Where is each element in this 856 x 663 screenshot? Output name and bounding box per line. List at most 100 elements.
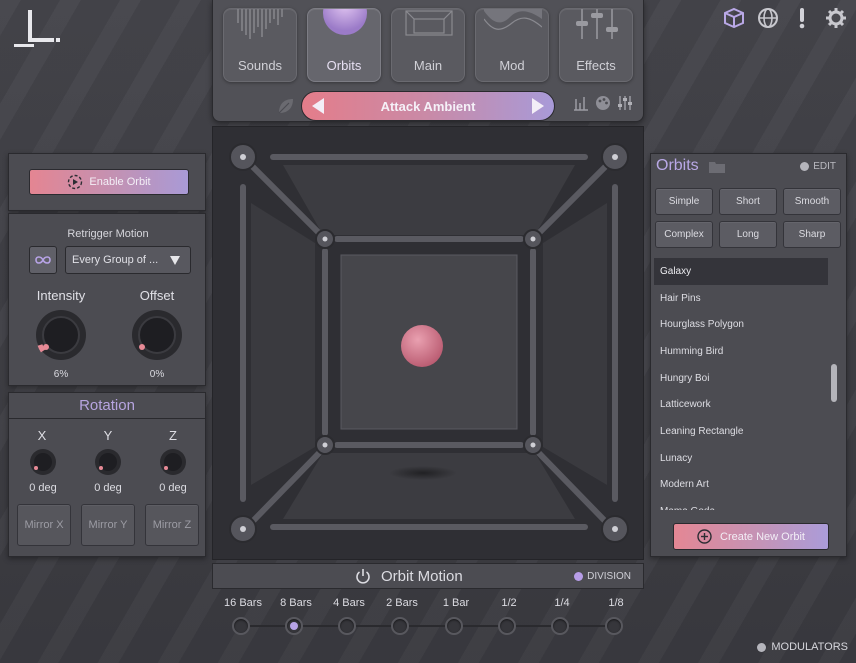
edit-button[interactable]: EDIT [800, 161, 836, 172]
list-item[interactable]: Leaning Rectangle [654, 418, 828, 445]
mirror-z-button[interactable]: Mirror Z [145, 504, 199, 546]
list-item[interactable]: Galaxy [654, 258, 828, 285]
division-label-1-2: 1/2 [501, 597, 517, 609]
division-dot-icon [574, 572, 584, 581]
division-option-16-bars[interactable] [232, 617, 250, 635]
intensity-knob[interactable] [33, 307, 89, 363]
modulators-toggle[interactable]: MODULATORS [757, 641, 848, 653]
list-item[interactable]: Hungry Boi [654, 365, 828, 392]
mirror-y-button[interactable]: Mirror Y [81, 504, 135, 546]
rotation-y-knob[interactable] [94, 448, 122, 476]
bottom-face [283, 453, 575, 519]
globe-icon[interactable] [756, 6, 780, 30]
list-item[interactable]: Lunacy [654, 445, 828, 472]
play-circle-icon [68, 174, 83, 190]
list-item[interactable]: Latticework [654, 391, 828, 418]
tab-sounds[interactable]: Sounds [223, 8, 297, 82]
tab-label: Main [413, 58, 443, 73]
enable-orbit-button[interactable]: Enable Orbit [29, 169, 189, 195]
rotation-z-knob[interactable] [159, 448, 187, 476]
preset-prev-arrow-icon[interactable] [312, 98, 324, 114]
axis-y-label: Y [103, 428, 113, 443]
orbit-list: Galaxy Hair Pins Hourglass Polygon Hummi… [654, 258, 828, 510]
app-logo [14, 10, 60, 47]
division-option-1-4[interactable] [551, 617, 569, 635]
link-button[interactable] [29, 246, 57, 274]
division-option-1-8[interactable] [605, 617, 623, 635]
leaf-icon[interactable] [277, 97, 295, 115]
filter-long-button[interactable]: Long [719, 221, 777, 248]
tab-main[interactable]: Main [391, 8, 465, 82]
gear-icon[interactable] [824, 6, 848, 30]
list-item[interactable]: Modern Art [654, 472, 828, 499]
division-label-4-bars: 4 Bars [333, 597, 365, 609]
modulators-label: MODULATORS [771, 641, 848, 653]
orbit-list-scrollbar[interactable] [831, 364, 837, 402]
tab-label: Orbits [326, 58, 362, 73]
retrigger-dropdown[interactable]: Every Group of ... [65, 246, 191, 274]
preset-selector[interactable]: Attack Ambient [301, 91, 555, 121]
orbits-title: Orbits [656, 157, 699, 174]
filter-sharp-button[interactable]: Sharp [783, 221, 841, 248]
division-option-4-bars[interactable] [338, 617, 356, 635]
offset-knob[interactable] [129, 307, 185, 363]
enable-orbit-label: Enable Orbit [89, 176, 151, 188]
orbit-motion-title: Orbit Motion [381, 568, 463, 585]
tab-label: Sounds [237, 58, 283, 73]
sliders-art [576, 9, 618, 39]
intensity-label: Intensity [36, 288, 86, 303]
enable-card: Enable Orbit [8, 153, 206, 211]
tab-panel: Sounds Orbits Main Mod Effects Attack Am… [212, 0, 644, 122]
division-option-1-bar[interactable] [445, 617, 463, 635]
division-toggle[interactable]: DIVISION [574, 571, 631, 582]
tab-mod[interactable]: Mod [475, 8, 549, 82]
motion-settings-card: Retrigger Motion Every Group of ... Inte… [8, 213, 206, 386]
division-labels: 16 Bars 8 Bars 4 Bars 2 Bars 1 Bar 1/2 1… [212, 597, 644, 611]
rotation-title: Rotation [9, 393, 205, 419]
rotation-x-value: 0 deg [29, 482, 57, 494]
list-item[interactable]: Humming Bird [654, 338, 828, 365]
list-item[interactable]: Hair Pins [654, 285, 828, 312]
list-item[interactable]: Hourglass Polygon [654, 311, 828, 338]
tab-orbits[interactable]: Orbits [307, 8, 381, 82]
division-label-1-bar: 1 Bar [442, 597, 470, 609]
filter-smooth-button[interactable]: Smooth [783, 188, 841, 215]
filter-simple-button[interactable]: Simple [655, 188, 713, 215]
cube-icon[interactable] [722, 6, 746, 30]
division-label-2-bars: 2 Bars [386, 597, 418, 609]
create-new-orbit-button[interactable]: Create New Orbit [673, 523, 829, 550]
rotation-x-knob[interactable] [29, 448, 57, 476]
preset-next-arrow-icon[interactable] [532, 98, 544, 114]
grid-art [405, 10, 453, 36]
tab-label: Effects [576, 58, 616, 73]
orbit-ball[interactable] [401, 325, 443, 367]
power-icon[interactable] [355, 568, 371, 584]
orb-art [323, 9, 367, 35]
division-label-1-4: 1/4 [554, 597, 570, 609]
axis-x-label: X [37, 428, 47, 443]
division-label-16-bars: 16 Bars [224, 597, 262, 609]
folder-icon[interactable] [709, 160, 725, 173]
waveform-art [237, 9, 283, 39]
plus-circle-icon [697, 529, 712, 544]
orbit-stage[interactable] [212, 126, 644, 560]
top-right-toolbar [722, 6, 848, 30]
palette-icon[interactable] [595, 95, 611, 111]
exclamation-icon[interactable] [790, 6, 814, 30]
division-option-2-bars[interactable] [391, 617, 409, 635]
modulators-dot-icon [757, 642, 767, 652]
filter-complex-button[interactable]: Complex [655, 221, 713, 248]
mixer-icon[interactable] [617, 95, 633, 111]
preset-tools [573, 95, 633, 111]
edit-label: EDIT [813, 161, 836, 172]
list-item[interactable]: Mama Goda [654, 498, 828, 510]
division-option-1-2[interactable] [498, 617, 516, 635]
filter-short-button[interactable]: Short [719, 188, 777, 215]
tab-effects[interactable]: Effects [559, 8, 633, 82]
bars-icon[interactable] [573, 95, 589, 111]
left-face [251, 203, 315, 485]
division-option-8-bars[interactable] [285, 617, 303, 635]
mirror-x-button[interactable]: Mirror X [17, 504, 71, 546]
wave-art [484, 9, 542, 30]
orbits-browser: Orbits EDIT Simple Short Smooth Complex … [650, 153, 847, 557]
